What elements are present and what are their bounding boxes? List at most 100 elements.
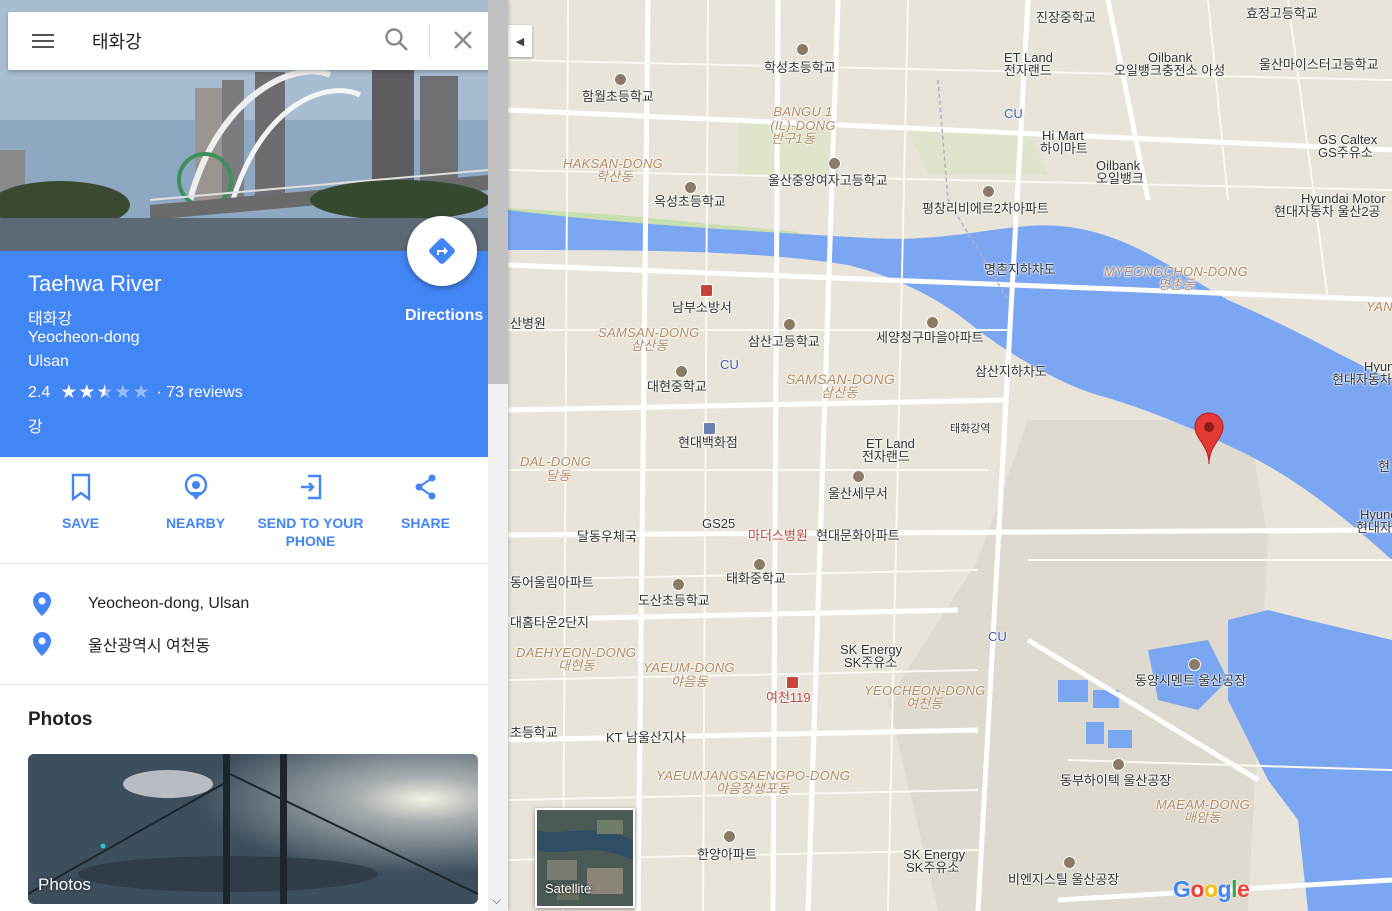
neighborhood-label: 반구1동 (771, 131, 816, 146)
map-label: 마더스병원 (748, 528, 808, 543)
neighborhood-label: 학산동 (596, 169, 633, 184)
search-icon[interactable] (384, 27, 410, 58)
place-title: Taehwa River (28, 271, 162, 296)
map-label: 현대자동차 울산2공 (1274, 204, 1381, 219)
place-header: Taehwa River 태화강 Yeocheon-dong Ulsan 2.4… (0, 216, 488, 457)
directions-label[interactable]: Directions (405, 307, 483, 325)
directions-button[interactable] (407, 216, 477, 286)
map-label: CU (720, 357, 739, 372)
map-label: 세양청구마을아파트 (876, 330, 984, 345)
map-label: 울산마이스터고등학교 (1259, 57, 1379, 72)
close-icon[interactable] (452, 29, 474, 56)
neighborhood-label: 매암동 (1184, 810, 1221, 825)
hamburger-menu-icon[interactable] (32, 30, 54, 52)
school-poi[interactable] (684, 181, 697, 194)
place-city: Ulsan (28, 353, 69, 370)
collapse-panel-button[interactable]: ◀ (508, 25, 532, 57)
share-button[interactable]: SHARE (368, 473, 483, 532)
save-button[interactable]: SAVE (23, 473, 138, 532)
school-poi[interactable] (675, 365, 688, 378)
school-poi[interactable] (828, 157, 841, 170)
satellite-label: Satellite (545, 881, 592, 896)
photo-thumbnail[interactable]: Photos (28, 754, 478, 904)
map-label: 전자랜드 (1004, 63, 1052, 78)
panel-scrollbar[interactable]: ⌵ (488, 0, 508, 911)
neighborhood-label: DAL-DONG (520, 454, 592, 469)
map-label: 한양아파트 (697, 847, 757, 862)
satellite-toggle[interactable]: Satellite (535, 808, 635, 908)
map-label: 남부소방서 (672, 300, 732, 315)
neighborhood-label: 삼산동 (631, 338, 668, 353)
photos-card-label: Photos (38, 875, 91, 894)
factory-poi[interactable] (1063, 856, 1076, 869)
address-english: Yeocheon-dong, Ulsan (88, 595, 250, 612)
map-label: SK주유소 (906, 860, 960, 875)
fire-station-poi[interactable] (786, 676, 799, 689)
reviews-link[interactable]: · 73 reviews (156, 384, 242, 402)
map-canvas[interactable]: ◀ 진장중학교 효정고등학교 학성초등학교 ET Land 전자랜드 Oilba… (508, 0, 1392, 911)
address-row-english[interactable]: Yeocheon-dong, Ulsan (32, 591, 249, 617)
star-rating-icon: ★★★★★ (60, 382, 151, 403)
school-poi[interactable] (672, 578, 685, 591)
map-label: GS주유소 (1318, 145, 1373, 160)
map-label: 평창리비에르2차아파트 (922, 201, 1049, 216)
map-label: 함월초등학교 (582, 89, 654, 104)
send-to-phone-button[interactable]: SEND TO YOUR PHONE (253, 473, 368, 550)
scroll-down-arrow-icon[interactable]: ⌵ (492, 893, 501, 908)
map-label: 여천119 (766, 690, 811, 705)
map-label: 현대자동차 (1332, 372, 1392, 387)
map-label: 효정고등학교 (1246, 6, 1318, 21)
neighborhood-label: 삼산동 (821, 385, 858, 400)
photos-heading: Photos (28, 709, 93, 730)
address-row-korean[interactable]: 울산광역시 여천동 (32, 631, 210, 657)
map-label: 달동우체국 (577, 529, 637, 544)
school-poi[interactable] (753, 558, 766, 571)
map-label: 삼산지하차도 (975, 364, 1047, 379)
map-label: 전자랜드 (862, 449, 910, 464)
map-label: 명촌지하차도 (984, 262, 1056, 277)
google-logo: Google (1173, 876, 1250, 902)
map-label: 비엔지스틸 울산공장 (1008, 872, 1120, 887)
office-poi[interactable] (852, 470, 865, 483)
neighborhood-label: 야음장생포동 (716, 781, 790, 796)
building-poi[interactable] (982, 185, 995, 198)
map-label: 하이마트 (1040, 141, 1088, 156)
address-korean: 울산광역시 여천동 (88, 638, 211, 655)
scrollbar-thumb[interactable] (488, 0, 508, 384)
school-poi[interactable] (783, 318, 796, 331)
location-pin-icon (33, 632, 51, 656)
neighborhood-label: YAEUM-DONG (643, 660, 735, 675)
apartment-poi[interactable] (723, 830, 736, 843)
school-poi[interactable] (614, 73, 627, 86)
nearby-label: NEARBY (165, 515, 226, 531)
apartment-poi[interactable] (926, 316, 939, 329)
factory-poi[interactable] (1188, 658, 1201, 671)
fire-station-poi[interactable] (700, 284, 713, 297)
neighborhood-label: SAMSAN-DONG (786, 371, 896, 387)
school-poi[interactable] (796, 43, 809, 56)
nearby-button[interactable]: NEARBY (138, 473, 253, 532)
location-pin-icon[interactable] (1194, 412, 1224, 469)
map-label: 대현중학교 (647, 379, 707, 394)
store-poi[interactable] (703, 422, 716, 435)
map-label: 초등학교 (510, 725, 558, 740)
search-input[interactable] (90, 29, 364, 53)
map-label: 울산세무서 (828, 486, 888, 501)
factory-poi[interactable] (1112, 758, 1125, 771)
neighborhood-label: BANGU 1 (IL)-DONG (770, 104, 836, 133)
directions-icon (429, 238, 455, 264)
place-native-name: 태화강 (28, 311, 73, 328)
map-label: 현대자동 (1356, 520, 1392, 535)
neighborhood-label: 야음동 (671, 674, 708, 689)
share-icon (415, 474, 435, 500)
address-section: Yeocheon-dong, Ulsan 울산광역시 여천동 (0, 563, 488, 685)
place-panel: Taehwa River 태화강 Yeocheon-dong Ulsan 2.4… (0, 0, 508, 911)
map-base-layer (508, 0, 1392, 911)
bookmark-icon (71, 473, 90, 502)
map-label: 울산중앙여자고등학교 (768, 173, 888, 188)
share-label: SHARE (400, 515, 450, 531)
map-label: 도산초등학교 (638, 593, 710, 608)
send-to-phone-icon (300, 474, 321, 500)
send-to-phone-label: SEND TO YOUR PHONE (257, 515, 364, 549)
map-label: 동어울림아파트 (510, 575, 594, 590)
